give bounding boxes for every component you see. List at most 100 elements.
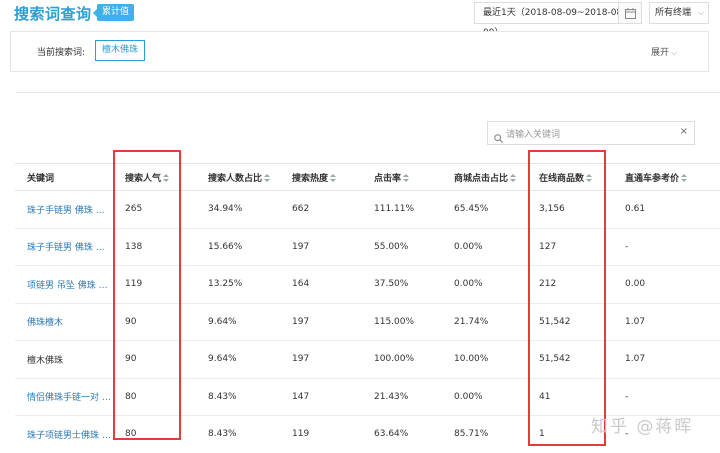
- table-cell: 100.00%: [362, 340, 442, 379]
- chevron-down-icon: ⌵: [697, 8, 704, 17]
- table-cell: 21.43%: [362, 378, 442, 416]
- table-cell: 265: [113, 190, 196, 229]
- table-cell: 212: [527, 265, 613, 304]
- column-header[interactable]: 点击率: [362, 163, 442, 191]
- keyword-link[interactable]: 珠子手链男 佛珠 檀木...: [15, 228, 113, 266]
- table-cell: 3,156: [527, 190, 613, 229]
- expand-button[interactable]: 展开 ⌵: [651, 45, 677, 58]
- keyword-link[interactable]: 檀木佛珠: [15, 340, 113, 379]
- table-cell: 0.61: [613, 190, 720, 229]
- column-header[interactable]: 搜索人气: [113, 163, 196, 191]
- keyword-table: 关键词 搜索人气 搜索人数占比 搜索热度 点击率 商城点击占比 在线商品数 直通车参考价 珠子…: [15, 163, 720, 453]
- table-cell: 0.00%: [442, 378, 527, 416]
- table-cell: 80: [113, 415, 196, 453]
- sort-icon[interactable]: [163, 173, 170, 183]
- column-header[interactable]: 搜索热度: [280, 163, 362, 191]
- table-row: 珠子手链男 佛珠 檀木 265 34.94% 662 111.11% 65.45% 3,15…: [15, 190, 720, 229]
- column-header-label: 搜索热度: [292, 173, 329, 184]
- table-cell: 13.25%: [196, 265, 280, 304]
- table-cell: 65.45%: [442, 190, 527, 229]
- table-cell: 115.00%: [362, 303, 442, 341]
- table-cell: 63.64%: [362, 415, 442, 453]
- table-cell: 41: [527, 378, 613, 416]
- keyword-link[interactable]: 珠子项链男士佛珠 檀...: [15, 415, 113, 453]
- sort-icon[interactable]: [264, 173, 271, 183]
- column-header-label: 搜索人数占比: [208, 173, 263, 184]
- keyword-search-input[interactable]: 请输入关键词 ×: [487, 121, 695, 145]
- table-cell: 164: [280, 265, 362, 304]
- table-cell: 51,542: [527, 340, 613, 379]
- sort-icon[interactable]: [403, 173, 410, 183]
- table-cell: 90: [113, 303, 196, 341]
- table-cell: 55.00%: [362, 228, 442, 266]
- table-cell: 21.74%: [442, 303, 527, 341]
- table-cell: 37.50%: [362, 265, 442, 304]
- column-header: 关键词: [15, 163, 113, 191]
- table-cell: 8.43%: [196, 378, 280, 416]
- table-cell: 1.07: [613, 340, 720, 379]
- column-header-label: 点击率: [374, 173, 402, 184]
- table-cell: 9.64%: [196, 303, 280, 341]
- sort-icon[interactable]: [586, 173, 593, 183]
- date-range-picker[interactable]: 最近1天（2018-08-09~2018-08-09）: [474, 2, 642, 38]
- column-header-label: 商城点击占比: [454, 173, 509, 184]
- table-cell: -: [613, 378, 720, 416]
- table-cell: 127: [527, 228, 613, 266]
- terminal-select-label: 所有终端: [655, 8, 692, 18]
- table-cell: 0.00%: [442, 265, 527, 304]
- table-cell: 119: [113, 265, 196, 304]
- table-cell: 90: [113, 340, 196, 379]
- watermark: 知乎 @蒋晖: [591, 417, 694, 437]
- current-search-panel: 当前搜索词: 檀木佛珠 展开 ⌵: [10, 31, 709, 72]
- table-cell: -: [613, 228, 720, 266]
- table-header-row: 关键词 搜索人气 搜索人数占比 搜索热度 点击率 商城点击占比 在线商品数 直通车参考价: [15, 163, 720, 191]
- table-cell: 51,542: [527, 303, 613, 341]
- page-title: 搜索词查询: [14, 5, 92, 23]
- page: 搜索词查询 累计值 最近1天（2018-08-09~2018-08-09） 所有…: [0, 0, 720, 453]
- search-icon: [494, 128, 504, 147]
- column-header[interactable]: 商城点击占比: [442, 163, 527, 191]
- table-cell: 9.64%: [196, 340, 280, 379]
- table-cell: 197: [280, 228, 362, 266]
- table-cell: 119: [280, 415, 362, 453]
- expand-label: 展开: [651, 48, 670, 58]
- table-cell: 8.43%: [196, 415, 280, 453]
- table-cell: 80: [113, 378, 196, 416]
- keyword-link[interactable]: 珠子手链男 佛珠 檀木: [15, 190, 113, 229]
- table-row: 珠子手链男 佛珠 檀木... 138 15.66% 197 55.00% 0.00% 127…: [15, 228, 720, 266]
- clear-icon[interactable]: ×: [680, 126, 688, 137]
- divider: [16, 92, 720, 93]
- current-search-label: 当前搜索词:: [37, 48, 86, 58]
- calendar-icon[interactable]: [618, 2, 642, 24]
- keyword-link[interactable]: 情侣佛珠手链一对 檀...: [15, 378, 113, 416]
- table-row: 项链男 吊坠 佛珠 檀木 119 13.25% 164 37.50% 0.00% 212 0.…: [15, 265, 720, 304]
- table-cell: 34.94%: [196, 190, 280, 229]
- sort-icon[interactable]: [510, 173, 517, 183]
- column-header-label: 在线商品数: [539, 173, 585, 184]
- column-header[interactable]: 搜索人数占比: [196, 163, 280, 191]
- table-row: 情侣佛珠手链一对 檀... 80 8.43% 147 21.43% 0.00% 41-: [15, 378, 720, 416]
- table-cell: 138: [113, 228, 196, 266]
- table-row: 檀木佛珠 90 9.64% 197 100.00% 10.00% 51,542 1.07: [15, 340, 720, 379]
- cumulative-badge[interactable]: 累计值: [92, 4, 135, 21]
- column-header-label: 关键词: [27, 173, 55, 184]
- table-cell: 10.00%: [442, 340, 527, 379]
- keyword-link[interactable]: 佛珠檀木: [15, 303, 113, 341]
- table-row: 佛珠檀木 90 9.64% 197 115.00% 21.74% 51,542 1.07: [15, 303, 720, 341]
- column-header[interactable]: 在线商品数: [527, 163, 613, 191]
- table-cell: 197: [280, 340, 362, 379]
- table-cell: 147: [280, 378, 362, 416]
- current-search-tag[interactable]: 檀木佛珠: [95, 40, 146, 61]
- table-cell: 197: [280, 303, 362, 341]
- search-placeholder: 请输入关键词: [506, 130, 561, 140]
- sort-icon[interactable]: [681, 173, 688, 183]
- chevron-down-icon: ⌵: [671, 48, 678, 57]
- table-cell: 85.71%: [442, 415, 527, 453]
- sort-icon[interactable]: [330, 173, 337, 183]
- terminal-select[interactable]: 所有终端 ⌵: [649, 2, 709, 24]
- column-header-label: 搜索人气: [125, 173, 162, 184]
- keyword-link[interactable]: 项链男 吊坠 佛珠 檀木: [15, 265, 113, 304]
- column-header[interactable]: 直通车参考价: [613, 163, 720, 191]
- table-cell: 111.11%: [362, 190, 442, 229]
- table-cell: 15.66%: [196, 228, 280, 266]
